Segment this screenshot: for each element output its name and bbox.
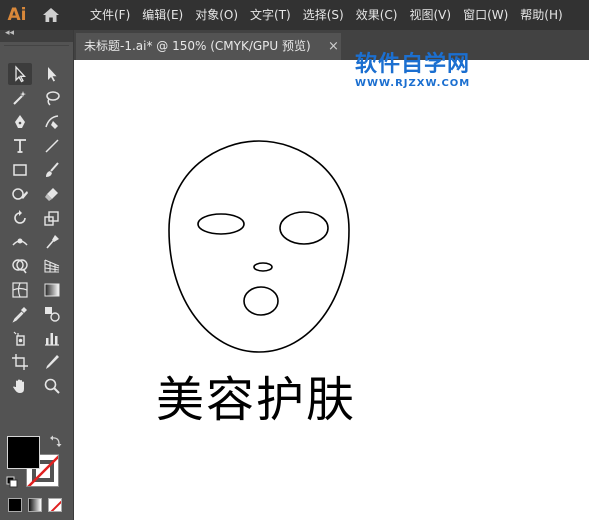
blend-tool[interactable] [40,303,64,325]
curvature-tool[interactable] [40,111,64,133]
pen-icon [15,115,25,128]
zoom-tool[interactable] [40,375,64,397]
type-icon [14,139,26,153]
menu-window[interactable]: 窗口(W) [457,0,514,30]
lasso-tool[interactable] [40,87,64,109]
face-outline-path[interactable] [168,140,350,353]
mesh-tool[interactable] [8,279,32,301]
blend-icon [45,307,60,322]
artwork-text[interactable]: 美容护肤 [156,360,356,430]
shaper-tool[interactable] [8,183,32,205]
home-button[interactable] [34,0,68,30]
tools-panel: ◂◂ [0,28,74,520]
document-tab-bar: 未标题-1.ai* @ 150% (CMYK/GPU 预览) × [74,30,589,60]
artboard-tool[interactable] [8,351,32,373]
document-tab-title: 未标题-1.ai* @ 150% (CMYK/GPU 预览) [84,39,311,53]
mesh-icon [12,282,28,298]
fill-swatch[interactable] [7,436,40,469]
hand-tool[interactable] [8,375,32,397]
left-eye-ellipse[interactable] [197,213,245,235]
direct-selection-icon [48,67,57,82]
eraser-icon [45,188,58,201]
perspective-grid-tool[interactable] [40,255,64,277]
document-tab[interactable]: 未标题-1.ai* @ 150% (CMYK/GPU 预览) × [76,33,341,60]
column-graph-icon [45,333,59,346]
tools-panel-header: ◂◂ [0,28,73,42]
slice-tool[interactable] [40,351,64,373]
default-colors-icon[interactable] [6,476,18,488]
puppet-warp-icon [46,235,59,249]
right-eye-ellipse[interactable] [279,211,329,245]
face-mask-artwork[interactable] [74,60,589,360]
close-tab-button[interactable]: × [326,33,341,60]
magic-wand-icon [13,91,26,105]
curvature-icon [45,115,59,129]
shape-builder-icon [12,259,28,274]
gradient-mode-button[interactable] [28,498,42,512]
shaper-icon [12,188,28,200]
symbol-sprayer-tool[interactable] [8,327,32,349]
eyedropper-tool[interactable] [8,303,32,325]
type-tool[interactable] [8,135,32,157]
line-icon [45,139,59,153]
shape-builder-tool[interactable] [8,255,32,277]
scale-tool[interactable] [40,207,64,229]
menu-items: 文件(F) 编辑(E) 对象(O) 文字(T) 选择(S) 效果(C) 视图(V… [84,0,569,30]
selection-arrow-icon [15,65,26,83]
rectangle-tool[interactable] [8,159,32,181]
artboard-canvas[interactable]: 美容护肤 [74,60,589,520]
rotate-icon [14,210,26,224]
line-tool[interactable] [40,135,64,157]
menu-select[interactable]: 选择(S) [297,0,350,30]
menu-help[interactable]: 帮助(H) [514,0,568,30]
pen-tool[interactable] [8,111,32,133]
column-graph-tool[interactable] [40,327,64,349]
symbol-sprayer-icon [13,331,25,346]
collapse-panel-icon[interactable]: ◂◂ [5,28,14,38]
puppet-warp-tool[interactable] [40,231,64,253]
gradient-icon [44,283,60,297]
gradient-tool[interactable] [40,279,64,301]
swap-fill-stroke-icon[interactable] [49,434,63,448]
eraser-tool[interactable] [40,183,64,205]
site-watermark: 软件自学网 WWW.RJZXW.COM [355,52,505,90]
width-icon [12,238,28,246]
zoom-icon [44,378,60,394]
slice-icon [46,355,59,369]
selection-tool[interactable] [8,63,32,85]
menu-file[interactable]: 文件(F) [84,0,136,30]
eyedropper-icon [12,307,27,323]
menu-bar: Ai 文件(F) 编辑(E) 对象(O) 文字(T) 选择(S) 效果(C) 视… [0,0,589,30]
menu-edit[interactable]: 编辑(E) [136,0,189,30]
mouth-ellipse[interactable] [243,286,279,316]
color-mode-button[interactable] [8,498,22,512]
watermark-url: WWW.RJZXW.COM [355,78,471,89]
menu-object[interactable]: 对象(O) [189,0,244,30]
direct-selection-tool[interactable] [40,63,64,85]
panel-grip[interactable] [4,45,69,55]
menu-effect[interactable]: 效果(C) [350,0,404,30]
menu-type[interactable]: 文字(T) [244,0,297,30]
none-slash-icon [50,500,61,511]
width-tool[interactable] [8,231,32,253]
menu-view[interactable]: 视图(V) [403,0,457,30]
rectangle-icon [13,164,27,176]
lasso-icon [46,91,60,106]
paintbrush-tool[interactable] [40,159,64,181]
app-logo: Ai [7,5,27,25]
artboard-icon [12,354,28,370]
hand-icon [13,379,24,393]
none-mode-button[interactable] [48,498,62,512]
watermark-title: 软件自学网 [355,52,471,77]
magic-wand-tool[interactable] [8,87,32,109]
scale-icon [44,211,59,226]
nose-ellipse[interactable] [253,262,273,272]
perspective-grid-icon [44,259,60,273]
illustrator-window: Ai 文件(F) 编辑(E) 对象(O) 文字(T) 选择(S) 效果(C) 视… [0,0,589,520]
paintbrush-icon [46,162,59,177]
home-icon [43,8,59,22]
rotate-tool[interactable] [8,207,32,229]
